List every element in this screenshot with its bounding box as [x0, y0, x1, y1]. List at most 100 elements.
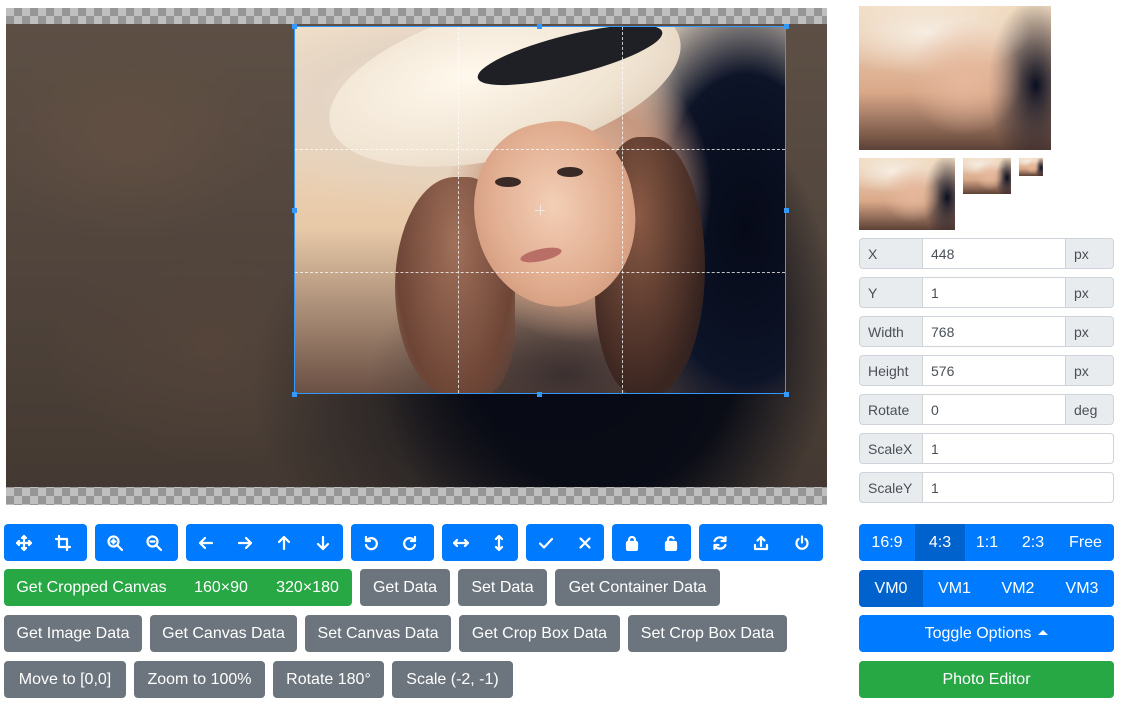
aspect-ratio-button-group: 16:9 4:3 1:1 2:3 Free — [859, 524, 1114, 561]
photo-editor-button[interactable]: Photo Editor — [859, 661, 1114, 698]
power-icon — [795, 534, 809, 550]
crop-handle-e[interactable] — [784, 208, 789, 213]
move-to-button[interactable]: Move to [0,0] — [4, 661, 126, 698]
crop-handle-n[interactable] — [537, 24, 542, 29]
data-x-input[interactable] — [922, 238, 1066, 269]
rotate-right-button[interactable] — [390, 524, 429, 561]
data-rotate-unit: deg — [1066, 394, 1114, 425]
get-data-button[interactable]: Get Data — [360, 569, 450, 606]
aspect-free-button[interactable]: Free — [1057, 524, 1114, 561]
arrow-up-icon — [277, 535, 290, 550]
crop-confirm-button-group — [526, 524, 604, 561]
data-y-label: Y — [859, 277, 922, 308]
data-height-group: Height px — [859, 355, 1114, 386]
view-mode-1-button[interactable]: VM1 — [923, 570, 986, 607]
get-cropped-canvas-button[interactable]: Get Cropped Canvas — [4, 569, 179, 606]
mode-button-group — [4, 524, 87, 561]
data-scaley-label: ScaleY — [859, 472, 922, 503]
view-mode-3-button[interactable]: VM3 — [1050, 570, 1114, 607]
crop-confirm-button[interactable] — [526, 524, 565, 561]
crop-icon — [54, 534, 71, 551]
data-width-input[interactable] — [922, 316, 1066, 347]
aspect-2-3-button[interactable]: 2:3 — [1009, 524, 1057, 561]
crop-handle-se[interactable] — [784, 392, 789, 397]
set-canvas-data-button[interactable]: Set Canvas Data — [305, 615, 451, 652]
crop-guide-line — [295, 272, 785, 273]
crop-guide-line — [622, 27, 623, 393]
data-width-group: Width px — [859, 316, 1114, 347]
flip-vertical-icon — [494, 534, 504, 551]
aspect-16-9-button[interactable]: 16:9 — [859, 524, 915, 561]
data-width-unit: px — [1066, 316, 1114, 347]
data-x-label: X — [859, 238, 922, 269]
view-mode-2-button[interactable]: VM2 — [986, 570, 1050, 607]
cropped-canvas-160x90-button[interactable]: 160×90 — [179, 569, 263, 606]
aspect-4-3-button[interactable]: 4:3 — [915, 524, 965, 561]
zoom-in-button[interactable] — [95, 524, 134, 561]
crop-handle-nw[interactable] — [292, 24, 297, 29]
move-icon — [15, 534, 32, 551]
data-scaley-group: ScaleY — [859, 472, 1114, 503]
view-mode-0-button[interactable]: VM0 — [859, 570, 923, 607]
upload-image-button[interactable] — [740, 524, 781, 561]
zoom-out-icon — [145, 534, 162, 551]
rotate-180-button[interactable]: Rotate 180° — [273, 661, 384, 698]
get-container-data-button[interactable]: Get Container Data — [555, 569, 720, 606]
crop-handle-ne[interactable] — [784, 24, 789, 29]
cropped-canvas-button-group: Get Cropped Canvas 160×90 320×180 — [4, 569, 352, 606]
move-button[interactable] — [4, 524, 43, 561]
crop-guide-line — [458, 27, 459, 393]
move-right-button[interactable] — [225, 524, 264, 561]
crop-button[interactable] — [43, 524, 82, 561]
data-y-input[interactable] — [922, 277, 1066, 308]
reset-button[interactable] — [699, 524, 740, 561]
move-up-button[interactable] — [264, 524, 303, 561]
crop-handle-s[interactable] — [537, 392, 542, 397]
crop-handle-w[interactable] — [292, 208, 297, 213]
data-rotate-label: Rotate — [859, 394, 922, 425]
data-scalex-label: ScaleX — [859, 433, 922, 464]
set-data-button[interactable]: Set Data — [458, 569, 547, 606]
data-width-label: Width — [859, 316, 922, 347]
aspect-1-1-button[interactable]: 1:1 — [965, 524, 1009, 561]
data-height-unit: px — [1066, 355, 1114, 386]
caret-up-icon — [1038, 630, 1049, 635]
preview-small — [963, 158, 1011, 194]
data-x-group: X px — [859, 238, 1114, 269]
move-left-button[interactable] — [186, 524, 225, 561]
rotate-left-button[interactable] — [351, 524, 390, 561]
close-icon — [578, 536, 591, 549]
preview-large — [859, 6, 1051, 150]
crop-clear-button[interactable] — [565, 524, 604, 561]
data-scaley-input[interactable] — [922, 472, 1114, 503]
crop-box[interactable] — [294, 26, 786, 394]
flip-vertical-button[interactable] — [480, 524, 518, 561]
data-height-input[interactable] — [922, 355, 1066, 386]
toggle-options-button[interactable]: Toggle Options — [859, 615, 1114, 652]
crop-guide-line — [295, 149, 785, 150]
get-canvas-data-button[interactable]: Get Canvas Data — [150, 615, 297, 652]
disable-button[interactable] — [612, 524, 651, 561]
enable-button[interactable] — [651, 524, 690, 561]
rotate-right-icon — [402, 535, 416, 550]
cropped-canvas-320x180-button[interactable]: 320×180 — [263, 569, 352, 606]
lock-icon — [625, 535, 638, 551]
destroy-button[interactable] — [781, 524, 823, 561]
flip-horizontal-button[interactable] — [442, 524, 480, 561]
zoom-to-button[interactable]: Zoom to 100% — [134, 661, 265, 698]
refresh-icon — [712, 535, 727, 550]
get-image-data-button[interactable]: Get Image Data — [4, 615, 142, 652]
crop-handle-sw[interactable] — [292, 392, 297, 397]
eye-left — [495, 177, 521, 187]
get-crop-box-data-button[interactable]: Get Crop Box Data — [459, 615, 620, 652]
data-rotate-input[interactable] — [922, 394, 1066, 425]
scale-button[interactable]: Scale (-2, -1) — [392, 661, 513, 698]
data-x-unit: px — [1066, 238, 1114, 269]
zoom-out-button[interactable] — [134, 524, 173, 561]
set-crop-box-data-button[interactable]: Set Crop Box Data — [628, 615, 787, 652]
unlock-icon — [664, 535, 677, 551]
data-scalex-input[interactable] — [922, 433, 1114, 464]
flip-button-group — [442, 524, 518, 561]
data-height-label: Height — [859, 355, 922, 386]
move-down-button[interactable] — [303, 524, 342, 561]
